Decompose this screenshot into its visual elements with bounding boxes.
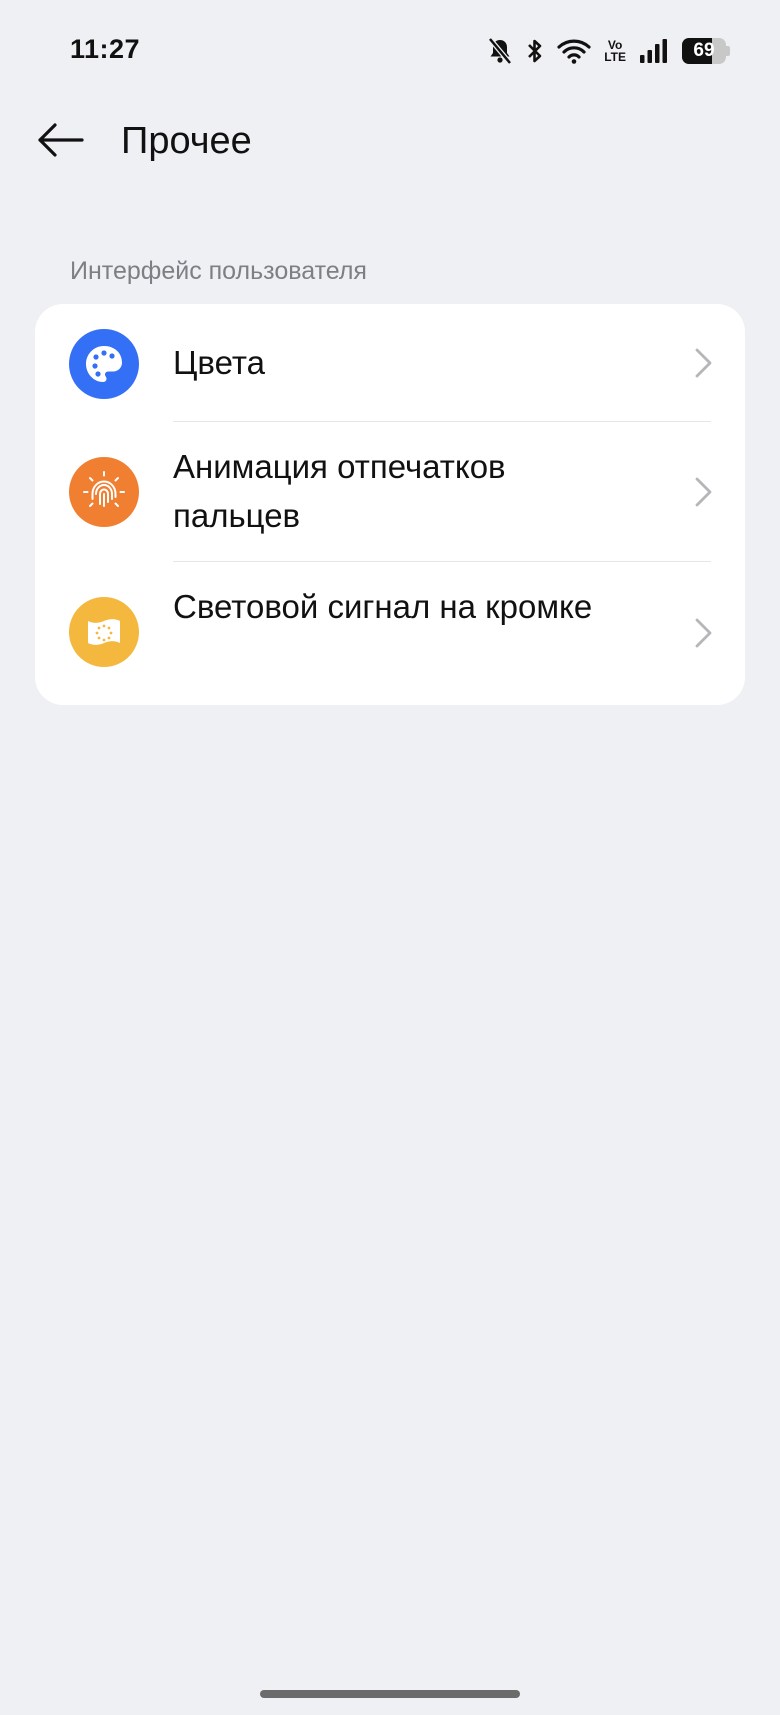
battery-level: 69 [693,40,715,61]
status-bar: 11:27 Vo LTE 69 [0,0,780,104]
settings-item-label: Цвета [173,344,265,381]
chevron-right-icon [691,475,715,509]
page-title: Прочее [121,120,252,162]
screen: 11:27 Vo LTE 69 Прочее Интерфейс пользов… [0,0,780,1715]
settings-item-edge-light[interactable]: Световой сигнал на кромке [35,562,745,705]
battery-icon: 69 [682,38,730,64]
settings-item-label: Анимация отпечатков пальцев [173,448,506,534]
status-time: 11:27 [70,34,141,64]
volte-bottom-label: LTE [604,50,626,64]
settings-item-fingerprint-animation[interactable]: Анимация отпечатков пальцев [35,422,745,561]
bluetooth-icon [526,37,544,65]
arrow-left-icon [36,121,84,164]
edge-light-icon [69,597,139,667]
status-icons: Vo LTE 69 [487,34,730,68]
bell-muted-icon [487,37,513,65]
palette-icon [69,329,139,399]
fingerprint-icon [69,457,139,527]
settings-card: Цвета Анимация отпечатков пальцев Светов… [35,304,745,705]
settings-item-colors[interactable]: Цвета [35,304,745,421]
back-button[interactable] [30,112,90,172]
volte-icon: Vo LTE [604,39,626,63]
wifi-icon [557,38,591,64]
section-label: Интерфейс пользователя [70,257,367,285]
chevron-right-icon [691,616,715,650]
chevron-right-icon [691,346,715,380]
home-indicator[interactable] [260,1690,520,1698]
signal-icon [639,38,669,64]
settings-item-label: Световой сигнал на кромке [173,588,593,625]
